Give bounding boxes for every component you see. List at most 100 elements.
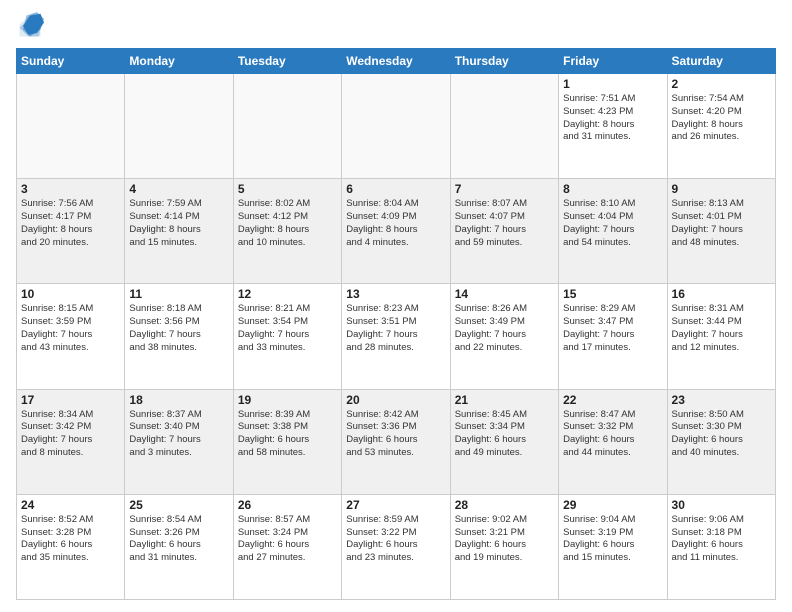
col-header-sunday: Sunday [17, 49, 125, 74]
cell-info: Sunrise: 8:26 AM Sunset: 3:49 PM Dayligh… [455, 303, 554, 354]
cell-info: Sunrise: 8:42 AM Sunset: 3:36 PM Dayligh… [346, 409, 445, 460]
cell-info: Sunrise: 8:13 AM Sunset: 4:01 PM Dayligh… [672, 198, 771, 249]
calendar-cell: 15 Sunrise: 8:29 AM Sunset: 3:47 PM Dayli… [559, 284, 667, 389]
col-header-tuesday: Tuesday [233, 49, 341, 74]
calendar-cell: 28 Sunrise: 9:02 AM Sunset: 3:21 PM Dayli… [450, 494, 558, 599]
calendar-cell: 8 Sunrise: 8:10 AM Sunset: 4:04 PM Daylig… [559, 179, 667, 284]
cell-info: Sunrise: 7:54 AM Sunset: 4:20 PM Dayligh… [672, 93, 771, 144]
day-number: 20 [346, 393, 445, 407]
day-number: 21 [455, 393, 554, 407]
cell-info: Sunrise: 8:47 AM Sunset: 3:32 PM Dayligh… [563, 409, 662, 460]
calendar-cell: 11 Sunrise: 8:18 AM Sunset: 3:56 PM Dayli… [125, 284, 233, 389]
cell-info: Sunrise: 8:15 AM Sunset: 3:59 PM Dayligh… [21, 303, 120, 354]
calendar-cell: 25 Sunrise: 8:54 AM Sunset: 3:26 PM Dayli… [125, 494, 233, 599]
cell-info: Sunrise: 8:57 AM Sunset: 3:24 PM Dayligh… [238, 514, 337, 565]
day-number: 8 [563, 182, 662, 196]
day-number: 19 [238, 393, 337, 407]
calendar-cell: 16 Sunrise: 8:31 AM Sunset: 3:44 PM Dayli… [667, 284, 775, 389]
cell-info: Sunrise: 7:51 AM Sunset: 4:23 PM Dayligh… [563, 93, 662, 144]
cell-info: Sunrise: 8:04 AM Sunset: 4:09 PM Dayligh… [346, 198, 445, 249]
calendar-cell: 23Sunrise: 8:50 AM Sunset: 3:30 PM Dayli… [667, 389, 775, 494]
calendar-cell: 5 Sunrise: 8:02 AM Sunset: 4:12 PM Daylig… [233, 179, 341, 284]
calendar-cell: 17Sunrise: 8:34 AM Sunset: 3:42 PM Dayli… [17, 389, 125, 494]
calendar-cell: 1Sunrise: 7:51 AM Sunset: 4:23 PM Daylig… [559, 74, 667, 179]
day-number: 9 [672, 182, 771, 196]
day-number: 2 [672, 77, 771, 91]
calendar-header-row: SundayMondayTuesdayWednesdayThursdayFrid… [17, 49, 776, 74]
header [16, 12, 776, 40]
cell-info: Sunrise: 7:59 AM Sunset: 4:14 PM Dayligh… [129, 198, 228, 249]
cell-info: Sunrise: 8:31 AM Sunset: 3:44 PM Dayligh… [672, 303, 771, 354]
calendar-cell: 27 Sunrise: 8:59 AM Sunset: 3:22 PM Dayli… [342, 494, 450, 599]
cell-info: Sunrise: 8:54 AM Sunset: 3:26 PM Dayligh… [129, 514, 228, 565]
col-header-monday: Monday [125, 49, 233, 74]
calendar-cell: 20 Sunrise: 8:42 AM Sunset: 3:36 PM Dayli… [342, 389, 450, 494]
day-number: 16 [672, 287, 771, 301]
day-number: 28 [455, 498, 554, 512]
col-header-thursday: Thursday [450, 49, 558, 74]
calendar-table: SundayMondayTuesdayWednesdayThursdayFrid… [16, 48, 776, 600]
calendar-week-3: 17Sunrise: 8:34 AM Sunset: 3:42 PM Dayli… [17, 389, 776, 494]
calendar-cell: 13 Sunrise: 8:23 AM Sunset: 3:51 PM Dayli… [342, 284, 450, 389]
cell-info: Sunrise: 8:18 AM Sunset: 3:56 PM Dayligh… [129, 303, 228, 354]
calendar-cell [17, 74, 125, 179]
calendar-cell: 3Sunrise: 7:56 AM Sunset: 4:17 PM Daylig… [17, 179, 125, 284]
cell-info: Sunrise: 8:45 AM Sunset: 3:34 PM Dayligh… [455, 409, 554, 460]
cell-info: Sunrise: 8:37 AM Sunset: 3:40 PM Dayligh… [129, 409, 228, 460]
cell-info: Sunrise: 9:04 AM Sunset: 3:19 PM Dayligh… [563, 514, 662, 565]
page: SundayMondayTuesdayWednesdayThursdayFrid… [0, 0, 792, 612]
calendar-cell [233, 74, 341, 179]
calendar-cell: 29 Sunrise: 9:04 AM Sunset: 3:19 PM Dayli… [559, 494, 667, 599]
cell-info: Sunrise: 8:07 AM Sunset: 4:07 PM Dayligh… [455, 198, 554, 249]
calendar-cell: 2 Sunrise: 7:54 AM Sunset: 4:20 PM Daylig… [667, 74, 775, 179]
calendar-cell: 12Sunrise: 8:21 AM Sunset: 3:54 PM Dayli… [233, 284, 341, 389]
day-number: 13 [346, 287, 445, 301]
day-number: 15 [563, 287, 662, 301]
day-number: 5 [238, 182, 337, 196]
day-number: 6 [346, 182, 445, 196]
calendar-cell: 4 Sunrise: 7:59 AM Sunset: 4:14 PM Daylig… [125, 179, 233, 284]
calendar-cell: 9 Sunrise: 8:13 AM Sunset: 4:01 PM Daylig… [667, 179, 775, 284]
day-number: 22 [563, 393, 662, 407]
calendar-cell: 10 Sunrise: 8:15 AM Sunset: 3:59 PM Dayli… [17, 284, 125, 389]
day-number: 29 [563, 498, 662, 512]
day-number: 4 [129, 182, 228, 196]
cell-info: Sunrise: 8:39 AM Sunset: 3:38 PM Dayligh… [238, 409, 337, 460]
day-number: 14 [455, 287, 554, 301]
day-number: 7 [455, 182, 554, 196]
cell-info: Sunrise: 8:59 AM Sunset: 3:22 PM Dayligh… [346, 514, 445, 565]
day-number: 30 [672, 498, 771, 512]
day-number: 26 [238, 498, 337, 512]
cell-info: Sunrise: 8:21 AM Sunset: 3:54 PM Dayligh… [238, 303, 337, 354]
calendar-cell: 18Sunrise: 8:37 AM Sunset: 3:40 PM Dayli… [125, 389, 233, 494]
day-number: 27 [346, 498, 445, 512]
calendar-cell: 19 Sunrise: 8:39 AM Sunset: 3:38 PM Dayli… [233, 389, 341, 494]
day-number: 17 [21, 393, 120, 407]
calendar-week-1: 3Sunrise: 7:56 AM Sunset: 4:17 PM Daylig… [17, 179, 776, 284]
col-header-wednesday: Wednesday [342, 49, 450, 74]
cell-info: Sunrise: 7:56 AM Sunset: 4:17 PM Dayligh… [21, 198, 120, 249]
calendar-cell: 14 Sunrise: 8:26 AM Sunset: 3:49 PM Dayli… [450, 284, 558, 389]
day-number: 10 [21, 287, 120, 301]
cell-info: Sunrise: 8:29 AM Sunset: 3:47 PM Dayligh… [563, 303, 662, 354]
calendar-cell: 21 Sunrise: 8:45 AM Sunset: 3:34 PM Dayli… [450, 389, 558, 494]
calendar-cell [342, 74, 450, 179]
day-number: 24 [21, 498, 120, 512]
cell-info: Sunrise: 8:23 AM Sunset: 3:51 PM Dayligh… [346, 303, 445, 354]
cell-info: Sunrise: 8:50 AM Sunset: 3:30 PM Dayligh… [672, 409, 771, 460]
calendar-week-4: 24 Sunrise: 8:52 AM Sunset: 3:28 PM Dayli… [17, 494, 776, 599]
day-number: 25 [129, 498, 228, 512]
calendar-cell [450, 74, 558, 179]
calendar-cell: 22 Sunrise: 8:47 AM Sunset: 3:32 PM Dayli… [559, 389, 667, 494]
cell-info: Sunrise: 9:06 AM Sunset: 3:18 PM Dayligh… [672, 514, 771, 565]
calendar-week-2: 10 Sunrise: 8:15 AM Sunset: 3:59 PM Dayli… [17, 284, 776, 389]
logo [16, 12, 48, 40]
cell-info: Sunrise: 8:02 AM Sunset: 4:12 PM Dayligh… [238, 198, 337, 249]
day-number: 11 [129, 287, 228, 301]
calendar-week-0: 1Sunrise: 7:51 AM Sunset: 4:23 PM Daylig… [17, 74, 776, 179]
calendar-cell: 30 Sunrise: 9:06 AM Sunset: 3:18 PM Dayli… [667, 494, 775, 599]
cell-info: Sunrise: 8:52 AM Sunset: 3:28 PM Dayligh… [21, 514, 120, 565]
cell-info: Sunrise: 8:10 AM Sunset: 4:04 PM Dayligh… [563, 198, 662, 249]
cell-info: Sunrise: 9:02 AM Sunset: 3:21 PM Dayligh… [455, 514, 554, 565]
col-header-saturday: Saturday [667, 49, 775, 74]
